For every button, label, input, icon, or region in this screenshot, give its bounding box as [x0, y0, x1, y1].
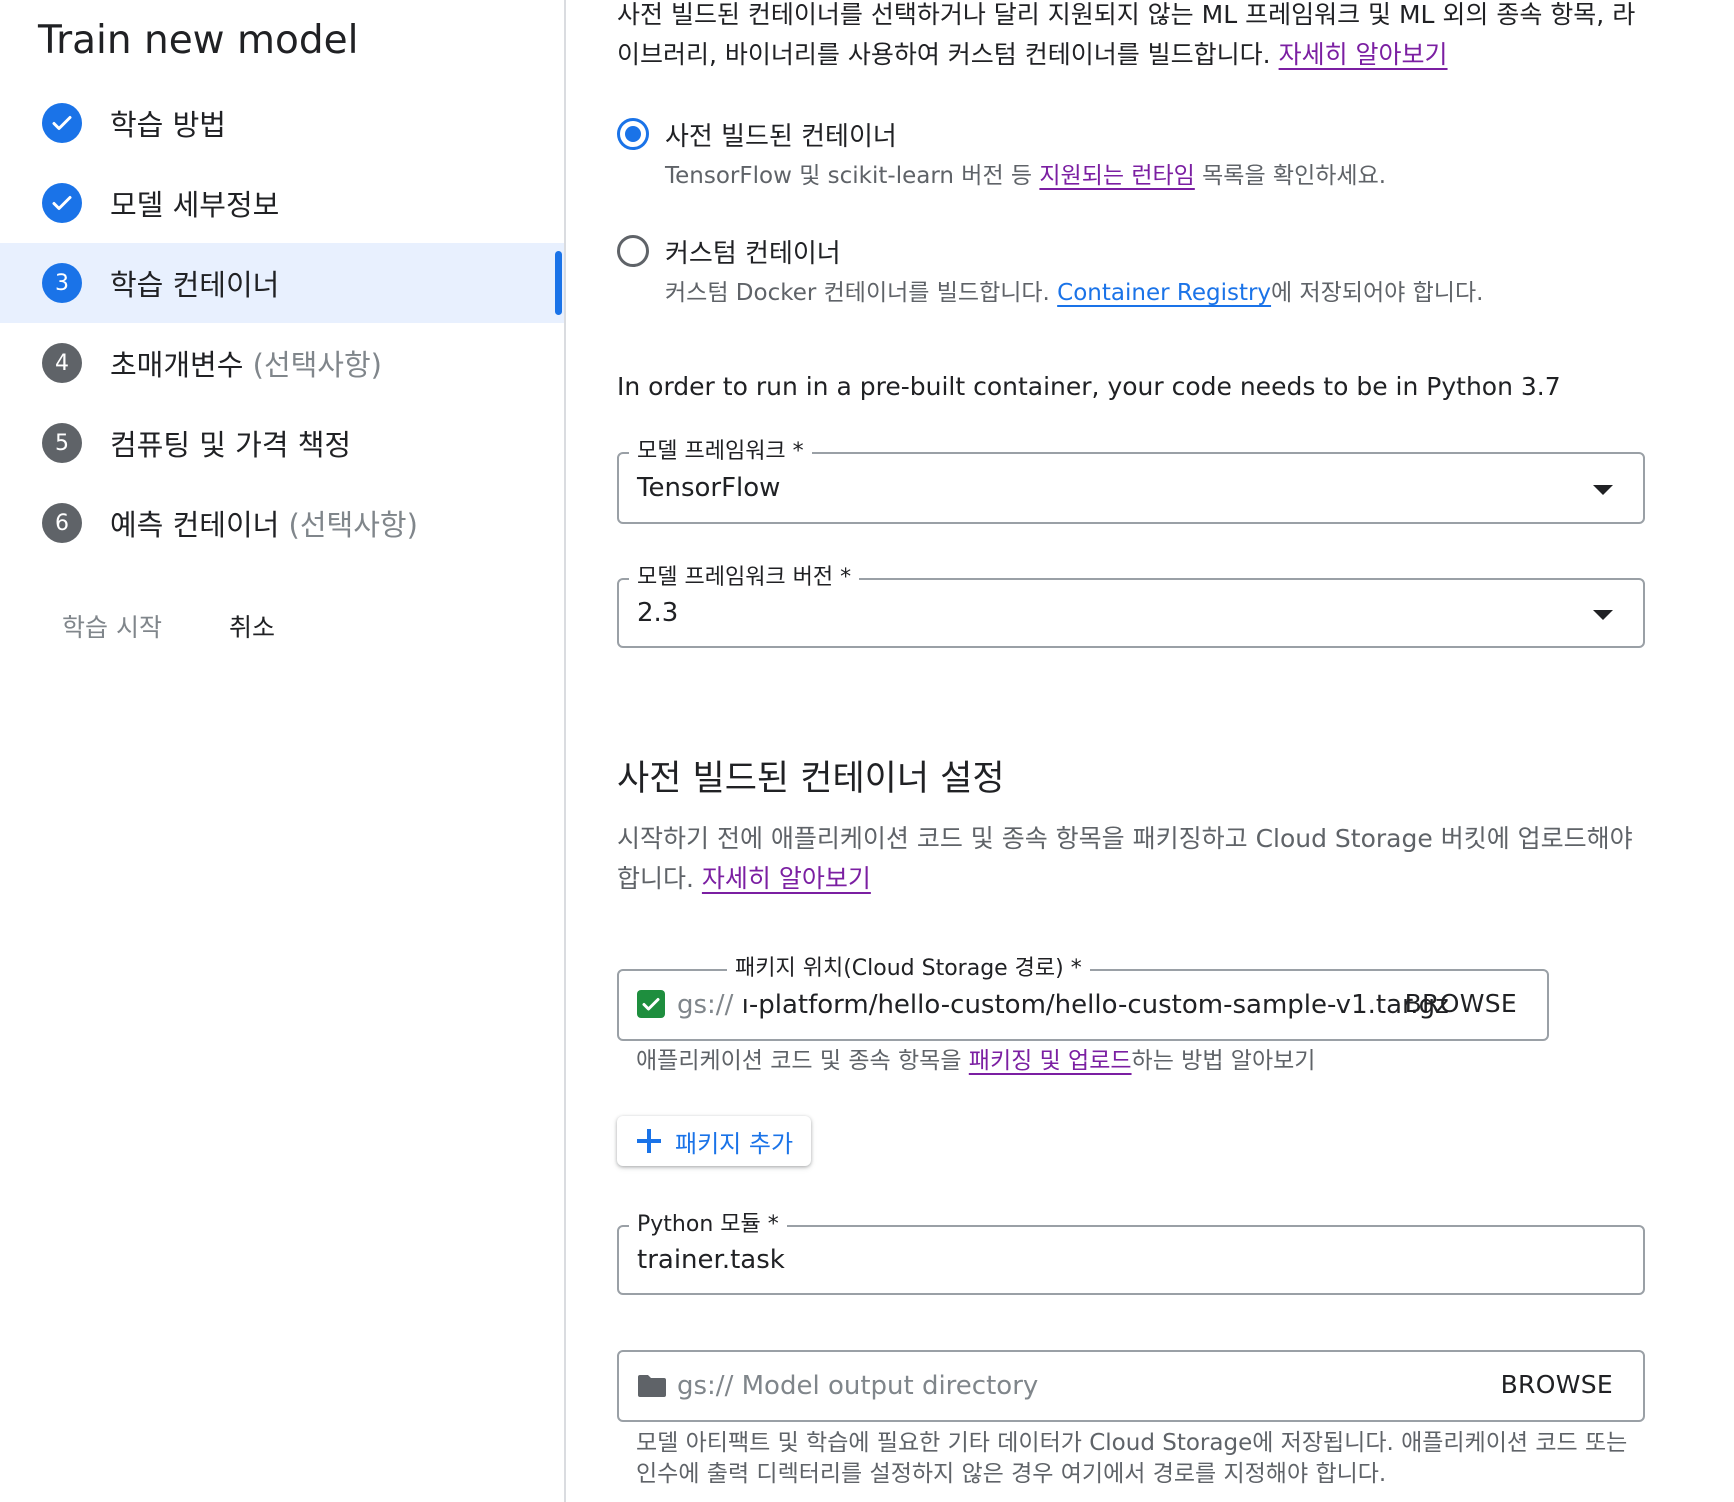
container-registry-link[interactable]: Container Registry [1057, 280, 1271, 306]
active-step-indicator [555, 251, 562, 315]
step-number-badge: 3 [42, 263, 82, 303]
output-directory-hint: 모델 아티팩트 및 학습에 필요한 기타 데이터가 Cloud Storage에… [636, 1430, 1628, 1487]
optional-tag: (선택사항) [252, 348, 382, 382]
folder-icon [637, 1374, 667, 1397]
framework-select[interactable]: 모델 프레임워크 * TensorFlow [617, 437, 1645, 524]
step-number-badge: 4 [42, 343, 82, 383]
page-title: Train new model [38, 18, 359, 63]
stepper-sidebar: Train new model 학습 방법 모델 세부정보 3 학습 컨테이너 … [0, 0, 566, 1502]
step-label: 학습 컨테이너 [110, 268, 280, 302]
browse-button[interactable]: BROWSE [1405, 989, 1517, 1018]
add-package-label: 패키지 추가 [675, 1129, 794, 1158]
prebuilt-container-title: 사전 빌드된 컨테이너 [665, 122, 897, 152]
dropdown-arrow-icon [1593, 485, 1613, 495]
step-number-badge: 6 [42, 503, 82, 543]
step-training-container[interactable]: 3 학습 컨테이너 [0, 243, 564, 323]
output-directory-placeholder: gs:// Model output directory [677, 1371, 1039, 1401]
dropdown-arrow-icon [1593, 610, 1613, 620]
prebuilt-settings-desc: 시작하기 전에 애플리케이션 코드 및 종속 항목을 패키징하고 Cloud S… [617, 824, 1633, 893]
step-compute-pricing[interactable]: 5 컴퓨팅 및 가격 책정 [0, 403, 564, 483]
python-module-input[interactable]: Python 모듈 * trainer.task [617, 1210, 1645, 1295]
step-label: 초매개변수 (선택사항) [110, 348, 382, 382]
package-location-label: 패키지 위치(Cloud Storage 경로) * [727, 954, 1090, 984]
prebuilt-container-radio[interactable] [617, 118, 649, 150]
start-training-button[interactable]: 학습 시작 [62, 608, 162, 644]
prebuilt-container-subtext: TensorFlow 및 scikit-learn 버전 등 지원되는 런타임 … [665, 163, 1387, 189]
check-circle-icon [42, 183, 82, 223]
supported-runtimes-link[interactable]: 지원되는 런타임 [1039, 163, 1194, 189]
framework-version-label: 모델 프레임워크 버전 * [629, 563, 860, 593]
step-hyperparameters[interactable]: 4 초매개변수 (선택사항) [0, 323, 564, 403]
python-module-value: trainer.task [637, 1245, 785, 1275]
valid-check-icon [637, 990, 665, 1018]
learn-more-link[interactable]: 자세히 알아보기 [1279, 40, 1448, 69]
intro-text: 사전 빌드된 컨테이너를 선택하거나 달리 지원되지 않는 ML 프레임워크 및… [617, 0, 1636, 69]
python-version-note: In order to run in a pre-built container… [617, 372, 1561, 401]
browse-button[interactable]: BROWSE [1501, 1370, 1613, 1399]
package-location-field[interactable]: 패키지 위치(Cloud Storage 경로) * gs:// ı-platf… [617, 954, 1549, 1041]
check-circle-icon [42, 103, 82, 143]
custom-container-title: 커스텀 컨테이너 [665, 239, 841, 269]
step-label: 예측 컨테이너 (선택사항) [110, 508, 418, 542]
step-label: 컴퓨팅 및 가격 책정 [110, 428, 352, 462]
learn-more-link[interactable]: 자세히 알아보기 [702, 864, 871, 893]
cancel-button[interactable]: 취소 [229, 608, 275, 644]
step-prediction-container[interactable]: 6 예측 컨테이너 (선택사항) [0, 483, 564, 563]
framework-label: 모델 프레임워크 * [629, 437, 812, 467]
package-upload-link[interactable]: 패키징 및 업로드 [969, 1048, 1132, 1074]
step-model-details[interactable]: 모델 세부정보 [0, 163, 564, 243]
step-number-badge: 5 [42, 423, 82, 463]
add-package-button[interactable]: 패키지 추가 [617, 1116, 811, 1166]
step-label: 학습 방법 [110, 108, 226, 142]
prebuilt-settings-title: 사전 빌드된 컨테이너 설정 [617, 759, 1005, 799]
custom-container-subtext: 커스텀 Docker 컨테이너를 빌드합니다. Container Regist… [665, 280, 1484, 306]
step-training-method[interactable]: 학습 방법 [0, 83, 564, 163]
framework-version-value: 2.3 [637, 598, 679, 628]
plus-icon [637, 1129, 661, 1153]
output-directory-field[interactable]: gs:// Model output directory BROWSE [617, 1350, 1645, 1422]
package-path-value: gs:// ı-platform/hello-custom/hello-cust… [677, 990, 1449, 1020]
framework-value: TensorFlow [637, 473, 781, 503]
sidebar-actions: 학습 시작 취소 [0, 598, 564, 654]
framework-version-select[interactable]: 모델 프레임워크 버전 * 2.3 [617, 563, 1645, 648]
python-module-label: Python 모듈 * [629, 1210, 787, 1240]
step-label: 모델 세부정보 [110, 188, 280, 222]
custom-container-radio[interactable] [617, 235, 649, 267]
optional-tag: (선택사항) [288, 508, 418, 542]
package-hint: 애플리케이션 코드 및 종속 항목을 패키징 및 업로드하는 방법 알아보기 [636, 1048, 1316, 1074]
